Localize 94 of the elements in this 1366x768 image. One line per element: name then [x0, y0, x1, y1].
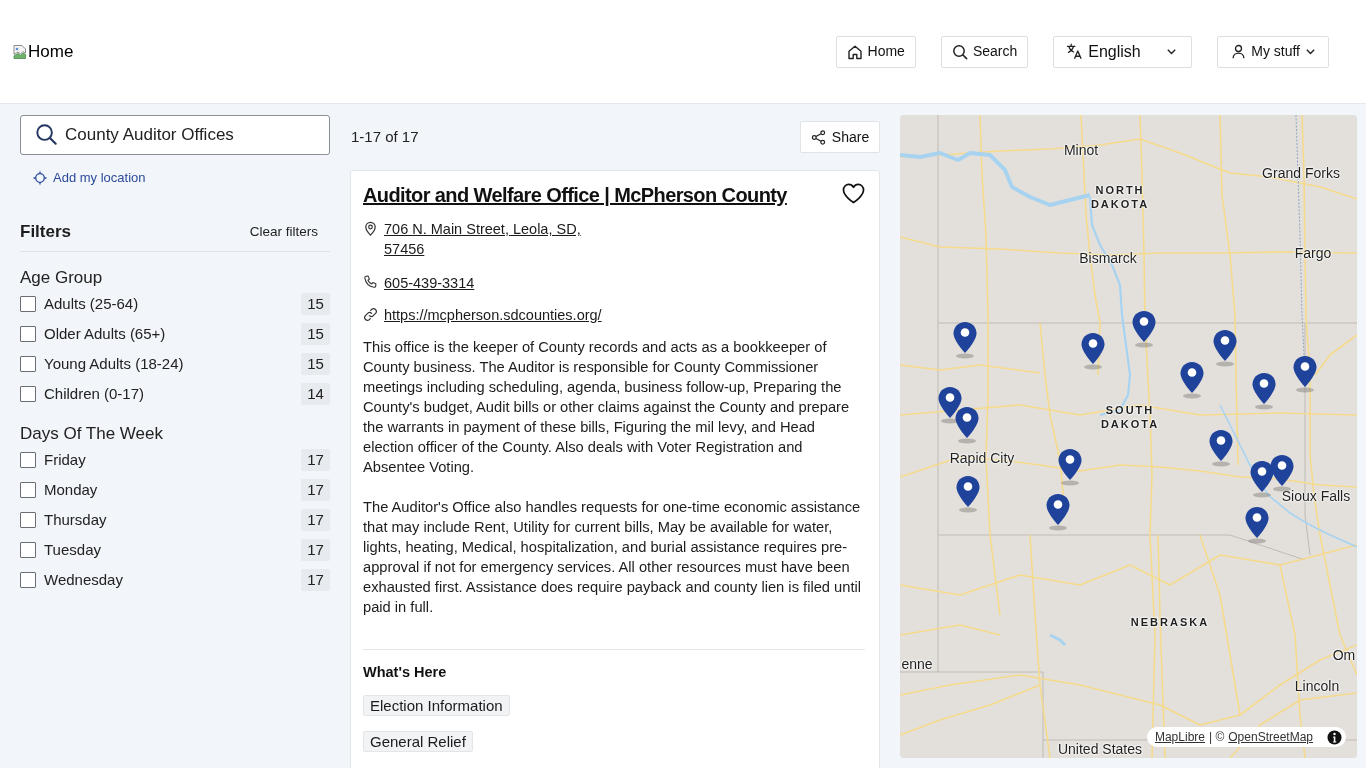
- logo-link[interactable]: Home: [12, 38, 74, 65]
- map-pin-icon: [1249, 460, 1275, 498]
- search-icon: [35, 123, 58, 146]
- count-badge: 17: [301, 449, 330, 471]
- search-icon: [951, 43, 968, 60]
- share-icon: [810, 129, 826, 145]
- filter-option-label[interactable]: Young Adults (18-24): [44, 352, 184, 376]
- map-pin-icon: [955, 475, 981, 513]
- map-city-label: Bismarck: [1079, 248, 1137, 268]
- map-pin-icon: [1244, 506, 1270, 544]
- filter-checkbox[interactable]: [20, 296, 36, 312]
- map-pin-icon: [1269, 454, 1295, 492]
- map-city-label: Rapid City: [949, 448, 1015, 468]
- filter-checkbox[interactable]: [20, 326, 36, 342]
- website-link[interactable]: https://mcpherson.sdcounties.org/: [384, 305, 602, 325]
- count-badge: 17: [301, 569, 330, 591]
- filter-checkbox[interactable]: [20, 512, 36, 528]
- filter-option-label[interactable]: Monday: [44, 478, 98, 502]
- map-pin-icon: [1292, 355, 1318, 393]
- location-pin-icon: [363, 221, 378, 236]
- map-pin-icon: [1208, 429, 1234, 467]
- count-badge: 15: [301, 323, 330, 345]
- description-text: This office is the keeper of County records and acts as a bookkeeper of County business. The Auditor is responsible for County Commissioner meetings including scheduling, agenda, business follow-up, Preparing the County's budget, Audit bills or other claims against the County and prepare the warrants in payment of these bills, Figuring the mil levy, and Head election officer of the County. Also deals with Voter Registration and Absentee Voting.: [363, 338, 851, 477]
- add-location-link[interactable]: Add my location: [33, 170, 146, 186]
- result-title-link[interactable]: Auditor and Welfare Office | McPherson County: [363, 183, 787, 208]
- map-pin-icon: [952, 321, 978, 359]
- map-region-label: NORTH DAKOTA: [1090, 183, 1150, 211]
- filter-option-label[interactable]: Adults (25-64): [44, 292, 139, 316]
- description-text: The Auditor's Office also handles requests for one-time economic assistance that may include Rent, Utility for current bills, May be available for water, lights, heating, Medical, hospitalization, and burial assistance requires pre-approval if not for emergency services. All other resources must have been exhausted first. Assistance does require payback and county lien is filed until paid in full.: [363, 498, 863, 617]
- map-pin-icon: [1212, 329, 1238, 367]
- attribution-link[interactable]: MapLibre: [1154, 728, 1205, 746]
- heart-icon: [842, 183, 865, 204]
- phone-link[interactable]: 605-439-3314: [384, 273, 475, 293]
- search-field[interactable]: County Auditor Offices: [20, 115, 330, 155]
- map-pin-icon: [954, 406, 980, 444]
- count-badge: 14: [301, 383, 330, 405]
- map-pin-icon: [1131, 310, 1157, 348]
- translate-icon: [1066, 43, 1084, 60]
- filters-heading: Filters: [20, 221, 72, 243]
- map-region-label: NEBRASKA: [1130, 615, 1210, 629]
- count-badge: 17: [301, 539, 330, 561]
- filter-option-label[interactable]: Thursday: [44, 508, 107, 532]
- map-city-label: Minot: [1063, 140, 1099, 160]
- favorite-button[interactable]: [842, 183, 865, 204]
- crosshair-icon: [33, 171, 47, 185]
- attribution-text: | ©: [1209, 729, 1225, 746]
- address-link[interactable]: 706 N. Main Street, Leola, SD, 57456: [384, 219, 609, 259]
- filter-checkbox[interactable]: [20, 386, 36, 402]
- share-button[interactable]: Share: [800, 121, 880, 153]
- map-pin-icon: [1045, 493, 1071, 531]
- language-select[interactable]: English: [1053, 35, 1193, 68]
- filter-option-label[interactable]: Friday: [44, 448, 86, 472]
- service-tag: General Relief: [363, 731, 473, 752]
- count-badge: 15: [301, 353, 330, 375]
- count-badge: 17: [301, 479, 330, 501]
- home-button[interactable]: Home: [835, 35, 916, 68]
- map-city-label: Fargo: [1294, 243, 1332, 263]
- filter-checkbox[interactable]: [20, 572, 36, 588]
- map-pin-icon: [937, 386, 963, 424]
- filter-option-label[interactable]: Tuesday: [44, 538, 101, 562]
- map-city-label: enne: [901, 654, 933, 674]
- filter-checkbox[interactable]: [20, 482, 36, 498]
- filter-checkbox[interactable]: [20, 356, 36, 372]
- map-city-label: Om: [1332, 645, 1356, 665]
- section-heading: What's Here: [363, 663, 448, 682]
- search-button[interactable]: Search: [940, 35, 1029, 68]
- person-icon: [1231, 44, 1247, 59]
- service-tag: Election Information: [363, 695, 510, 716]
- map-city-label: Grand Forks: [1262, 163, 1340, 183]
- results-count: 1-17 of 17: [351, 126, 419, 147]
- map-country-label: United States: [1057, 741, 1143, 757]
- map-pin-icon: [1080, 332, 1106, 370]
- account-menu-button[interactable]: My stuff: [1217, 35, 1329, 68]
- filter-checkbox[interactable]: [20, 452, 36, 468]
- map-pin-icon: [1057, 448, 1083, 486]
- filter-option-label[interactable]: Wednesday: [44, 568, 123, 592]
- filter-group-title: Age Group: [20, 267, 104, 289]
- phone-icon: [363, 275, 378, 290]
- map-region-label: SOUTH DAKOTA: [1100, 403, 1160, 431]
- map-pin-icon: [1179, 361, 1205, 399]
- map-pin-icon: [1251, 372, 1277, 410]
- count-badge: 17: [301, 509, 330, 531]
- clear-filters-link[interactable]: Clear filters: [249, 221, 318, 243]
- filter-option-label[interactable]: Older Adults (65+): [44, 322, 166, 346]
- map-city-label: Lincoln: [1294, 676, 1340, 696]
- link-icon: [363, 307, 378, 322]
- filter-group-title: Days Of The Week: [20, 423, 164, 445]
- filter-checkbox[interactable]: [20, 542, 36, 558]
- attribution-link[interactable]: OpenStreetMap: [1228, 728, 1313, 746]
- count-badge: 15: [301, 293, 330, 315]
- filter-option-label[interactable]: Children (0-17): [44, 382, 145, 406]
- broken-image-icon: [12, 43, 28, 60]
- home-icon: [846, 43, 863, 60]
- map-city-label: Sioux Falls: [1281, 486, 1351, 506]
